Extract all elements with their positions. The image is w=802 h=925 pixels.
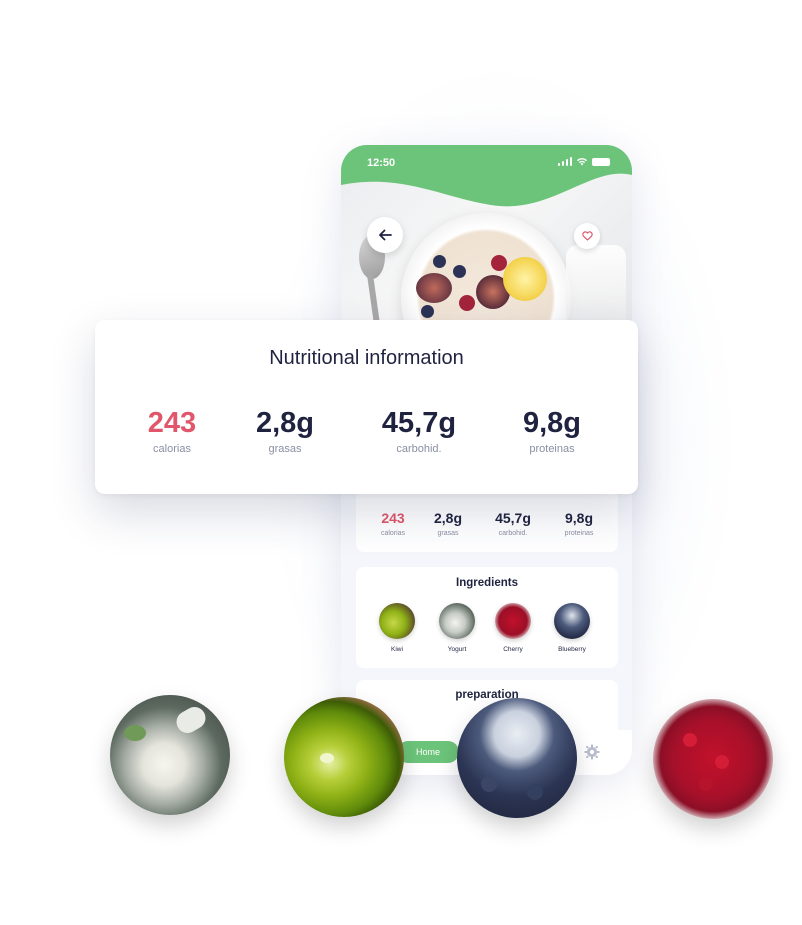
blueberry-dot: [453, 265, 466, 278]
cherry-dot: [699, 777, 713, 791]
status-icons: [557, 157, 610, 166]
preparation-title: preparation: [455, 689, 519, 701]
ingredient-item-cherry[interactable]: Cherry: [488, 603, 538, 653]
spoon-shape: [172, 702, 210, 738]
nutrition-item-protein: 9,8g proteinas: [492, 407, 612, 455]
kiwi-photo: [284, 697, 404, 817]
nutrition-item-calories: 243 calorias: [363, 510, 423, 537]
raspberry-dot: [459, 295, 475, 311]
nutrition-value: 45,7g: [495, 510, 531, 526]
cherry-dot: [683, 733, 697, 747]
yogurt-image: [439, 603, 475, 639]
nutrition-value: 243: [381, 510, 405, 526]
blueberry-dot: [481, 776, 497, 792]
nutrition-value: 9,8g: [522, 407, 582, 439]
nutrition-value: 9,8g: [564, 510, 593, 526]
recipe-header: 12:50: [341, 145, 632, 345]
blueberry-dot: [421, 305, 434, 318]
nutrition-label: proteinas: [564, 530, 594, 537]
nutrition-label: calorias: [380, 530, 406, 537]
ingredient-name: Yogurt: [447, 646, 467, 653]
ingredient-name: Kiwi: [391, 646, 403, 653]
cherry-dot: [715, 755, 729, 769]
nutrition-item-calories: 243 calorias: [112, 407, 232, 455]
home-tab[interactable]: Home: [397, 741, 459, 763]
mint-leaf: [124, 725, 146, 741]
back-button[interactable]: [367, 217, 403, 253]
ingredient-name: Cherry: [503, 646, 523, 653]
blueberry-dot: [433, 255, 446, 268]
signal-icon: [557, 157, 572, 166]
battery-icon: [592, 157, 610, 166]
blueberry-photo: [457, 698, 577, 818]
cherry-image: [495, 603, 531, 639]
cherry-photo: [653, 699, 773, 819]
favorite-button[interactable]: [574, 223, 600, 249]
nutrition-item-fat: 2,8g grasas: [418, 510, 478, 537]
header-wave: [341, 145, 632, 207]
nutrition-value: 45,7g: [381, 407, 457, 439]
nutrition-label: grasas: [268, 443, 302, 455]
fig-image: [416, 273, 452, 303]
nutrition-summary-card: 243 calorias 2,8g grasas 45,7g carbohid.…: [356, 490, 618, 552]
nutrition-label: proteinas: [529, 443, 575, 455]
arrow-left-icon: [379, 229, 392, 241]
nutrition-info-card: Nutritional information 243 calorias 2,8…: [95, 320, 638, 494]
ingredient-item-kiwi[interactable]: Kiwi: [372, 603, 422, 653]
gear-icon[interactable]: [583, 743, 601, 761]
yogurt-photo: [110, 695, 230, 815]
nutrition-value: 2,8g: [433, 510, 462, 526]
kiwi-image: [379, 603, 415, 639]
nutrition-label: carbohid.: [498, 530, 528, 537]
nutrition-item-protein: 9,8g proteinas: [549, 510, 609, 537]
ingredient-item-blueberry[interactable]: Blueberry: [547, 603, 597, 653]
blueberry-image: [554, 603, 590, 639]
heart-icon: [581, 231, 593, 241]
nutrition-value: 2,8g: [255, 407, 315, 439]
ingredient-name: Blueberry: [558, 646, 586, 653]
ingredients-title: Ingredients: [456, 577, 518, 589]
lemon-image: [503, 257, 547, 301]
nutrition-label: carbohid.: [396, 443, 442, 455]
nutrition-item-fat: 2,8g grasas: [225, 407, 345, 455]
nutrition-value: 243: [147, 407, 197, 439]
nutrition-label: calorias: [153, 443, 191, 455]
wifi-icon: [577, 157, 587, 165]
nutrition-info-title: Nutritional information: [269, 347, 464, 369]
status-time: 12:50: [367, 157, 396, 169]
kiwi-core: [320, 753, 334, 763]
nutrition-label: grasas: [437, 530, 459, 537]
nutrition-item-carbs: 45,7g carbohid.: [483, 510, 543, 537]
ingredient-item-yogurt[interactable]: Yogurt: [432, 603, 482, 653]
ingredients-card: Ingredients Kiwi Yogurt Cherry Blueberry: [356, 567, 618, 668]
blueberry-dot: [527, 784, 543, 800]
nutrition-item-carbs: 45,7g carbohid.: [359, 407, 479, 455]
raspberry-dot: [491, 255, 507, 271]
